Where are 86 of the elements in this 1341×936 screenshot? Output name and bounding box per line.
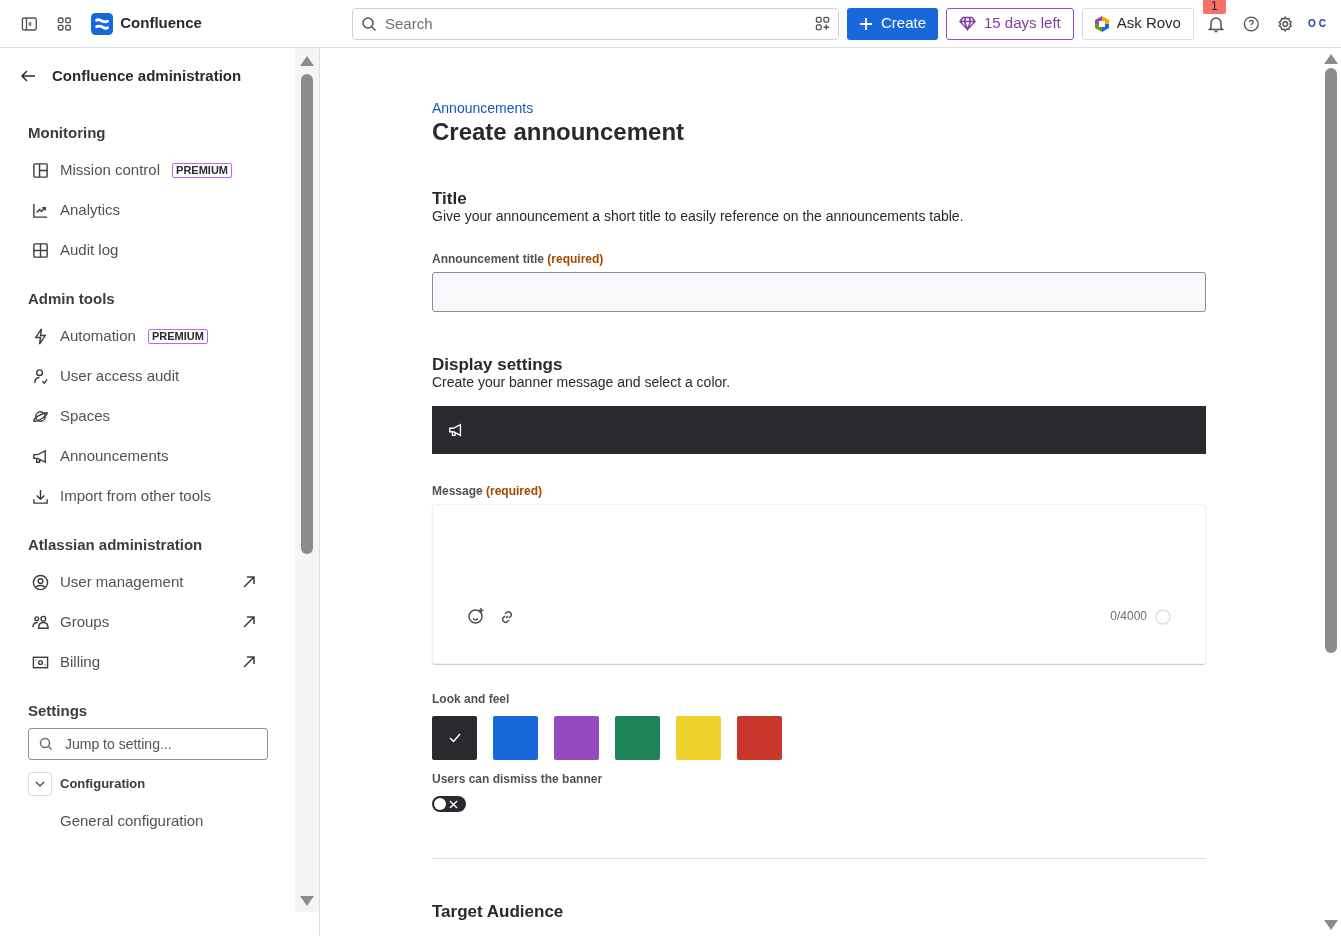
character-counter: 0/4000	[1110, 608, 1147, 625]
scroll-down-arrow[interactable]	[1324, 920, 1338, 930]
section-heading: Monitoring	[28, 123, 107, 142]
close-icon	[449, 799, 458, 809]
expand-toggle[interactable]	[28, 772, 52, 796]
color-swatch[interactable]	[615, 716, 660, 760]
settings-icon[interactable]	[1277, 14, 1294, 33]
field-label: Look and feel	[432, 691, 511, 708]
search-field[interactable]: Search	[384, 8, 815, 39]
app-switcher-icon[interactable]	[56, 15, 72, 32]
section-heading: Admin tools	[28, 289, 116, 308]
trial-button[interactable]: 15 days left	[946, 7, 1074, 40]
color-swatch[interactable]	[737, 716, 782, 760]
settings-group[interactable]: Configuration	[60, 774, 146, 794]
help-icon[interactable]	[1242, 14, 1260, 33]
confluence-logo-icon[interactable]	[91, 11, 114, 36]
grid-icon	[32, 241, 49, 259]
title-input-field[interactable]	[432, 272, 1206, 312]
sidebar-title: Confluence administration	[52, 65, 242, 86]
sidebar-item[interactable]: Groups	[20, 602, 268, 642]
color-swatch[interactable]	[554, 716, 599, 760]
section-title: Target Audience	[432, 901, 565, 919]
sidebar-item[interactable]: User management	[20, 562, 268, 602]
sidebar-item[interactable]: Announcements	[20, 436, 268, 476]
user-circle-icon	[32, 573, 49, 591]
download-icon	[32, 487, 49, 505]
message-editor[interactable]: 0/4000	[432, 504, 1206, 664]
user-avatar[interactable]: OC	[1308, 16, 1329, 31]
link-icon[interactable]	[499, 609, 515, 625]
people-icon	[32, 613, 49, 631]
ask-rovo-button[interactable]: Ask Rovo	[1081, 7, 1194, 40]
lightning-icon	[32, 327, 49, 345]
color-swatch[interactable]	[493, 716, 538, 760]
sidebar-item[interactable]: Mission control PREMIUM	[20, 150, 268, 190]
section-description: Give your announcement a short title to easily reference on the announcements table.	[432, 207, 965, 226]
gem-icon	[959, 16, 976, 31]
field-label: Users can dismiss the banner	[432, 771, 604, 788]
sidebar-item[interactable]: Audit log	[20, 230, 268, 270]
plus-icon	[858, 16, 873, 31]
sidebar-item[interactable]: General configuration	[60, 810, 295, 830]
breadcrumb-link[interactable]: Announcements	[432, 98, 1321, 116]
dismiss-toggle[interactable]	[432, 796, 466, 812]
scrollbar-thumb[interactable]	[301, 74, 313, 554]
premium-badge: PREMIUM	[147, 328, 208, 344]
search-icon	[360, 15, 377, 32]
field-label: Message (required)	[432, 483, 544, 500]
checkmark-icon	[447, 731, 462, 745]
search-bar[interactable]: Search	[351, 7, 839, 40]
sidebar-item[interactable]: Analytics	[20, 190, 268, 230]
megaphone-icon	[448, 422, 464, 438]
page-heading: Create announcement	[432, 117, 686, 147]
product-name[interactable]: Confluence	[120, 12, 202, 35]
chevron-down-icon	[34, 778, 46, 790]
sidebar-toggle-icon[interactable]	[21, 14, 38, 33]
sidebar-item[interactable]: Spaces	[20, 396, 268, 436]
color-swatch[interactable]	[676, 716, 721, 760]
back-arrow-icon[interactable]	[20, 68, 36, 84]
scroll-down-arrow[interactable]	[300, 896, 314, 906]
sidebar-item[interactable]: Billing	[20, 642, 268, 682]
section-heading: Atlassian administration	[28, 535, 204, 554]
search-icon	[39, 737, 53, 751]
scrollbar-thumb[interactable]	[1325, 68, 1337, 653]
field-label: Announcement title (required)	[432, 251, 605, 268]
color-swatch[interactable]	[432, 716, 477, 760]
megaphone-icon	[32, 447, 49, 465]
apps-add-icon[interactable]	[814, 16, 830, 31]
emoji-add-icon[interactable]	[467, 607, 485, 625]
sidebar-item[interactable]: Import from other tools	[20, 476, 268, 516]
jump-to-setting-field[interactable]: Jump to setting...	[65, 729, 257, 759]
layout-icon	[32, 161, 49, 179]
user-check-icon	[32, 367, 49, 385]
premium-badge: PREMIUM	[172, 162, 232, 178]
progress-ring-icon	[1155, 609, 1171, 625]
section-title: Display settings	[432, 354, 564, 372]
section-title: Title	[432, 188, 468, 206]
rovo-logo-icon	[1094, 15, 1109, 32]
jump-to-setting-box[interactable]: Jump to setting...	[28, 728, 268, 760]
section-heading: Settings	[28, 701, 89, 720]
notification-bell-icon[interactable]	[1206, 14, 1225, 33]
sidebar-item[interactable]: Automation PREMIUM	[20, 316, 268, 356]
sidebar-item[interactable]: User access audit	[20, 356, 268, 396]
section-description: Create your banner message and select a color.	[432, 373, 732, 392]
notification-count: 1	[1202, 0, 1226, 14]
scroll-up-arrow[interactable]	[300, 56, 314, 66]
line-chart-icon	[32, 201, 49, 219]
create-button[interactable]: Create	[846, 7, 938, 40]
